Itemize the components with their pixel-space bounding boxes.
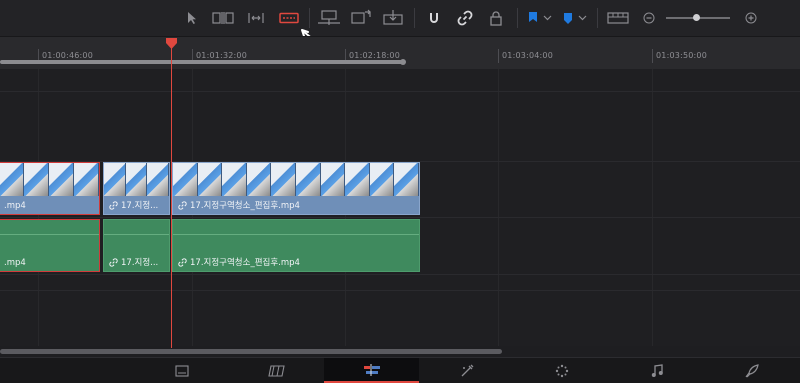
- scrub-bar-end-handle[interactable]: [400, 59, 406, 65]
- audio-clip[interactable]: .mp4: [0, 219, 100, 272]
- audio-clip[interactable]: 17.지정...: [103, 219, 170, 272]
- fairlight-page-button[interactable]: [609, 358, 704, 383]
- marker-icon[interactable]: [562, 6, 574, 30]
- zoom-out-icon[interactable]: [642, 6, 656, 30]
- timecode-label: 01:02:18:00: [349, 51, 401, 60]
- link-icon: [109, 257, 118, 267]
- edit-page-icon: [363, 363, 380, 376]
- media-page-button[interactable]: [134, 358, 229, 383]
- timecode-label: 01:00:46:00: [42, 51, 94, 60]
- dynamic-trim-icon[interactable]: [245, 6, 267, 30]
- video-clip[interactable]: 17.지정...: [103, 162, 170, 215]
- replace-clip-icon[interactable]: [381, 6, 405, 30]
- timeline-scrub-bar[interactable]: [0, 60, 404, 64]
- audio-clip[interactable]: 17.지정구역청소_편집후.mp4: [172, 219, 420, 272]
- timecode-label: 01:03:50:00: [656, 51, 708, 60]
- color-page-icon: [555, 364, 568, 377]
- snapping-icon[interactable]: [424, 6, 444, 30]
- link-icon: [178, 200, 187, 210]
- timeline-horizontal-scrollbar[interactable]: [0, 349, 502, 354]
- video-clip[interactable]: 17.지정구역청소_편집후.mp4: [172, 162, 420, 215]
- zoom-in-icon[interactable]: [744, 6, 758, 30]
- lock-icon[interactable]: [486, 6, 506, 30]
- cut-page-icon: [267, 364, 285, 377]
- deliver-page-button[interactable]: [704, 358, 799, 383]
- clip-name: 17.지정...: [121, 258, 159, 268]
- flag-dropdown-chevron-icon[interactable]: [541, 6, 553, 30]
- edit-page-button[interactable]: [324, 358, 419, 383]
- marker-dropdown-chevron-icon[interactable]: [576, 6, 588, 30]
- fusion-page-icon: [461, 364, 473, 376]
- link-icon: [178, 257, 187, 267]
- timeline-toolbar: [0, 0, 800, 65]
- select-arrow-icon[interactable]: [184, 6, 200, 30]
- zoom-view-icon[interactable]: [606, 6, 630, 30]
- media-page-icon: [174, 364, 189, 377]
- link-icon: [109, 200, 118, 210]
- playhead-handle-icon[interactable]: [166, 38, 177, 49]
- color-page-button[interactable]: [514, 358, 609, 383]
- link-icon[interactable]: [455, 6, 475, 30]
- flag-icon[interactable]: [527, 6, 539, 30]
- zoom-slider-handle[interactable]: [693, 14, 700, 21]
- clip-name: 17.지정...: [121, 201, 159, 211]
- fusion-page-button[interactable]: [419, 358, 514, 383]
- page-navigation-bar: [0, 357, 800, 383]
- trim-icon[interactable]: [211, 6, 235, 30]
- clip-name: 17.지정구역청소_편집후.mp4: [190, 258, 300, 268]
- fairlight-page-icon: [651, 363, 663, 377]
- playhead-line[interactable]: [171, 46, 172, 348]
- cut-page-button[interactable]: [229, 358, 324, 383]
- deliver-page-icon: [745, 363, 759, 377]
- timecode-label: 01:03:04:00: [502, 51, 554, 60]
- clip-name: .mp4: [4, 258, 26, 268]
- timecode-label: 01:01:32:00: [196, 51, 248, 60]
- clip-name: 17.지정구역청소_편집후.mp4: [190, 201, 300, 211]
- clip-name: .mp4: [4, 201, 26, 211]
- video-clip[interactable]: .mp4: [0, 162, 100, 215]
